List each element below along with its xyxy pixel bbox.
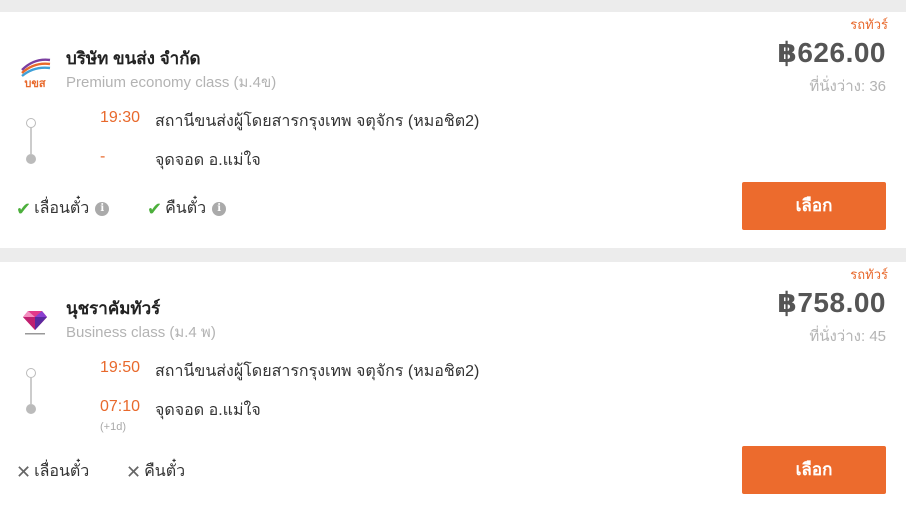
bus-type-badge: รถทัวร์ <box>850 267 888 282</box>
route-line <box>30 128 32 154</box>
bks-logo-icon: บขส <box>16 54 54 90</box>
route-line <box>30 378 32 404</box>
arrival-time: - <box>100 148 106 165</box>
reschedule-policy: ✕ เลื่อนตั๋ว <box>16 459 89 484</box>
route-timeline <box>25 368 37 414</box>
cross-icon: ✕ <box>126 461 142 482</box>
price: ฿626.00 <box>777 37 886 68</box>
reschedule-policy: ✔ เลื่อนตั๋ว i <box>16 196 110 221</box>
check-icon: ✔ <box>16 198 32 219</box>
bus-result-card: รถทัวร์ นุชราคัมทัวร์ Business class (ม.… <box>0 262 906 510</box>
seats-available: ที่นั่งว่าง: 36 <box>809 78 886 95</box>
price: ฿758.00 <box>777 287 886 318</box>
reschedule-label: เลื่อนตั๋ว <box>34 463 90 480</box>
company-name: นุชราคัมทัวร์ <box>66 299 161 318</box>
departure-place: สถานีขนส่งผู้โดยสารกรุงเทพ จตุจักร (หมอช… <box>155 363 480 380</box>
svg-text:บขส: บขส <box>24 78 46 90</box>
arrival-time: 07:10 <box>100 398 141 415</box>
arrival-dot <box>26 154 36 164</box>
bus-type-badge: รถทัวร์ <box>850 17 888 32</box>
company-name: บริษัท ขนส่ง จำกัด <box>66 49 201 68</box>
seats-available: ที่นั่งว่าง: 45 <box>809 328 886 345</box>
departure-dot <box>26 118 36 128</box>
arrival-dot <box>26 404 36 414</box>
bus-class: Business class (ม.4 พ) <box>66 324 216 341</box>
refund-label: คืนตั๋ว <box>144 463 186 480</box>
next-day-indicator: (+1d) <box>100 421 126 433</box>
select-button[interactable]: เลือก <box>742 182 886 230</box>
cross-icon: ✕ <box>16 461 32 482</box>
departure-time: 19:30 <box>100 109 141 126</box>
bus-result-card: รถทัวร์ บขส บริษัท ขนส่ง จำกัด Premium e… <box>0 12 906 248</box>
select-button[interactable]: เลือก <box>742 446 886 494</box>
refund-label: คืนตั๋ว <box>165 200 207 217</box>
info-icon[interactable]: i <box>212 201 227 216</box>
departure-place: สถานีขนส่งผู้โดยสารกรุงเทพ จตุจักร (หมอช… <box>155 113 480 130</box>
info-icon[interactable]: i <box>95 201 110 216</box>
diamond-logo-icon <box>16 302 54 338</box>
reschedule-label: เลื่อนตั๋ว <box>34 200 90 217</box>
departure-time: 19:50 <box>100 359 141 376</box>
bus-class: Premium economy class (ม.4ข) <box>66 74 277 91</box>
arrival-place: จุดจอด อ.แม่ใจ <box>155 152 261 169</box>
departure-dot <box>26 368 36 378</box>
check-icon: ✔ <box>147 198 163 219</box>
refund-policy: ✕ คืนตั๋ว <box>126 459 185 484</box>
arrival-place: จุดจอด อ.แม่ใจ <box>155 402 261 419</box>
route-timeline <box>25 118 37 164</box>
refund-policy: ✔ คืนตั๋ว i <box>147 196 227 221</box>
